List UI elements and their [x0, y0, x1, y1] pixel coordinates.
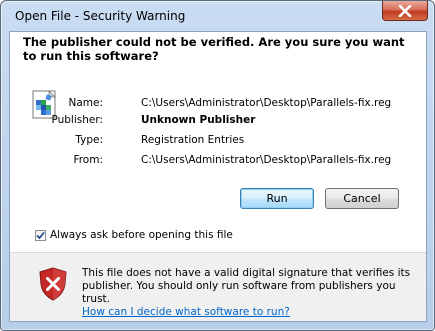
help-link[interactable]: How can I decide what software to run? — [82, 306, 290, 318]
close-button[interactable] — [382, 1, 428, 21]
close-icon — [398, 4, 412, 17]
always-ask-option[interactable]: Always ask before opening this file — [35, 228, 233, 242]
security-warning-dialog: Open File - Security Warning The publish… — [0, 0, 435, 331]
warning-panel: This file does not have a valid digital … — [10, 253, 426, 321]
run-button[interactable]: Run — [240, 188, 314, 209]
cancel-button[interactable]: Cancel — [325, 188, 399, 209]
from-value: C:\Users\Administrator\Desktop\Parallels… — [141, 154, 392, 166]
warning-message: This file does not have a valid digital … — [82, 267, 412, 319]
dialog-body: The publisher could not be verified. Are… — [9, 31, 427, 322]
security-shield-error-icon — [39, 267, 67, 301]
title-bar[interactable]: Open File - Security Warning — [1, 1, 434, 31]
name-label: Name: — [68, 97, 103, 109]
always-ask-checkbox[interactable] — [35, 229, 46, 241]
from-label: From: — [73, 154, 103, 166]
warning-text: This file does not have a valid digital … — [82, 267, 411, 305]
type-value: Registration Entries — [141, 134, 245, 146]
publisher-value: Unknown Publisher — [141, 114, 256, 126]
headline-question: The publisher could not be verified. Are… — [23, 35, 405, 63]
window-title: Open File - Security Warning — [15, 9, 186, 23]
always-ask-label: Always ask before opening this file — [50, 229, 233, 241]
checkmark-icon — [36, 231, 45, 239]
name-value: C:\Users\Administrator\Desktop\Parallels… — [141, 97, 392, 109]
publisher-label: Publisher: — [51, 114, 103, 126]
type-label: Type: — [75, 134, 103, 146]
